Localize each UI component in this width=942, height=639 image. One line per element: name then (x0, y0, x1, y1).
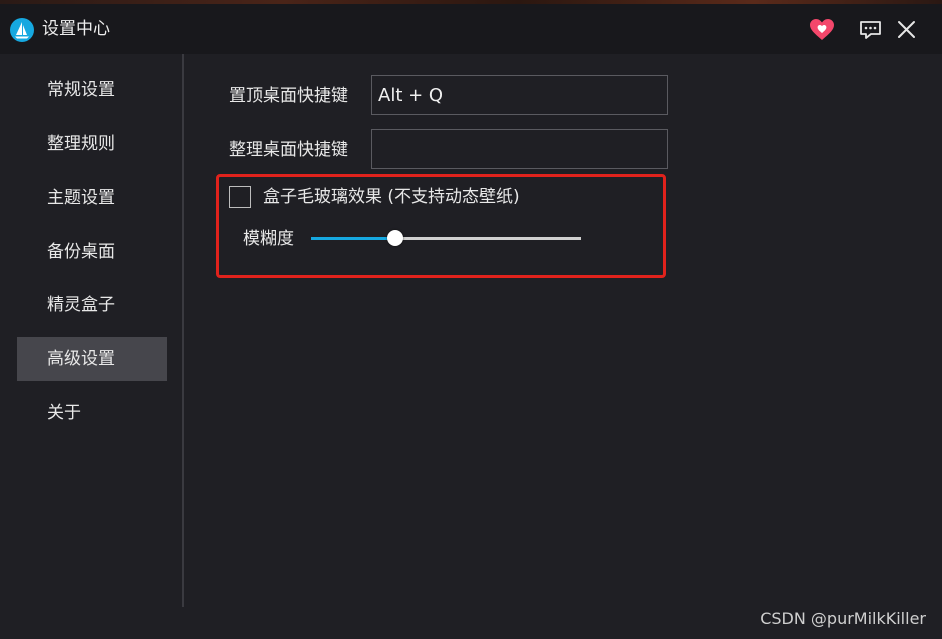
glass-effect-label: 盒子毛玻璃效果 (不支持动态壁纸) (263, 187, 520, 207)
organize-hotkey-label: 整理桌面快捷键 (229, 140, 348, 160)
chat-icon[interactable] (857, 16, 885, 44)
app-logo-icon (10, 18, 34, 42)
slider-fill (311, 237, 395, 240)
sidebar-item-theme[interactable]: 主题设置 (17, 176, 167, 220)
blur-slider[interactable] (311, 228, 581, 248)
watermark: CSDN @purMilkKiller (760, 609, 926, 628)
sidebar-item-backup[interactable]: 备份桌面 (17, 230, 167, 274)
sidebar-nav: 常规设置 整理规则 主题设置 备份桌面 精灵盒子 高级设置 关于 (0, 54, 182, 609)
blur-label: 模糊度 (243, 229, 294, 249)
organize-hotkey-input[interactable] (371, 129, 668, 169)
sidebar-item-label: 常规设置 (47, 80, 115, 100)
window-title: 设置中心 (42, 19, 110, 39)
sidebar-item-general[interactable]: 常规设置 (17, 68, 167, 112)
sidebar-item-label: 备份桌面 (47, 242, 115, 262)
glass-effect-checkbox[interactable] (229, 186, 251, 208)
sidebar-item-label: 关于 (47, 403, 81, 423)
sidebar-item-label: 精灵盒子 (47, 295, 115, 315)
slider-thumb[interactable] (386, 230, 403, 246)
sidebar-item-rules[interactable]: 整理规则 (17, 122, 167, 166)
heart-icon[interactable] (808, 16, 836, 44)
close-icon[interactable] (893, 16, 921, 44)
sidebar-item-label: 整理规则 (47, 134, 115, 154)
sidebar-item-label: 高级设置 (47, 349, 115, 369)
sidebar-item-sprite-box[interactable]: 精灵盒子 (17, 283, 167, 327)
sidebar-item-advanced[interactable]: 高级设置 (17, 337, 167, 381)
title-bar: 设置中心 (0, 4, 942, 54)
sidebar-item-label: 主题设置 (47, 188, 115, 208)
sidebar-divider (182, 54, 184, 607)
pin-hotkey-label: 置顶桌面快捷键 (229, 86, 348, 106)
pin-hotkey-input[interactable] (371, 75, 668, 115)
sidebar-item-about[interactable]: 关于 (17, 391, 167, 435)
